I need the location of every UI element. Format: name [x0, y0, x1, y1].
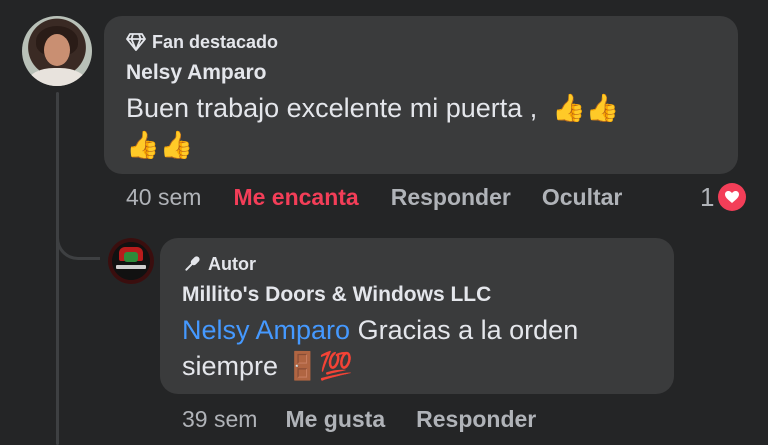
comment-text: Buen trabajo excelente mi puerta , 👍👍 👍👍 — [126, 90, 716, 164]
hide-button[interactable]: Ocultar — [542, 184, 623, 211]
reply-actions: 39 sem Me gusta Responder — [182, 402, 536, 436]
comment-timestamp[interactable]: 40 sem — [126, 184, 201, 211]
reaction-count: 1 — [700, 181, 715, 212]
microphone-icon — [185, 256, 200, 271]
badge-label: Fan destacado — [152, 31, 279, 52]
thumbs-up-emoji: 👍👍 — [126, 130, 194, 161]
reply-button[interactable]: Responder — [391, 184, 511, 211]
reply-author[interactable]: Millito's Doors & Windows LLC — [182, 282, 652, 308]
diamond-icon — [126, 33, 146, 51]
reply-text: Nelsy Amparo Gracias a la orden siempre … — [182, 312, 652, 385]
avatar-shirt — [28, 68, 86, 86]
reply-text-rest: Gracias a la orden — [357, 315, 579, 345]
avatar-logo-detail — [124, 252, 138, 262]
top-fan-badge[interactable]: Fan destacado — [126, 30, 716, 54]
mention-link[interactable]: Nelsy Amparo — [182, 315, 350, 345]
reply-timestamp[interactable]: 39 sem — [182, 406, 257, 433]
door-hundred-emoji: 🚪💯 — [285, 351, 353, 382]
reply-avatar[interactable] — [108, 238, 154, 284]
thread-line — [56, 92, 59, 445]
heart-icon — [718, 183, 747, 211]
reply-bubble: Autor Millito's Doors & Windows LLC Nels… — [160, 238, 674, 394]
like-button[interactable]: Me gusta — [285, 406, 385, 433]
thumbs-up-emoji: 👍👍 — [552, 93, 620, 124]
reply-text-line2: siempre — [182, 351, 279, 381]
comment-author[interactable]: Nelsy Amparo — [126, 60, 716, 86]
reaction-summary[interactable]: 1 — [700, 180, 747, 214]
comment-bubble: Fan destacado Nelsy Amparo Buen trabajo … — [104, 16, 738, 174]
avatar[interactable] — [22, 16, 92, 86]
avatar-face — [44, 34, 70, 66]
author-badge[interactable]: Autor — [182, 252, 652, 276]
reply-button[interactable]: Responder — [416, 406, 536, 433]
love-reaction-button[interactable]: Me encanta — [233, 184, 358, 211]
badge-label: Autor — [208, 253, 256, 274]
comment-text-line1: Buen trabajo excelente mi puerta , — [126, 93, 538, 123]
avatar-logo-text — [116, 265, 146, 269]
comment-actions: 40 sem Me encanta Responder Ocultar — [126, 180, 622, 214]
thread-connector — [56, 208, 100, 260]
